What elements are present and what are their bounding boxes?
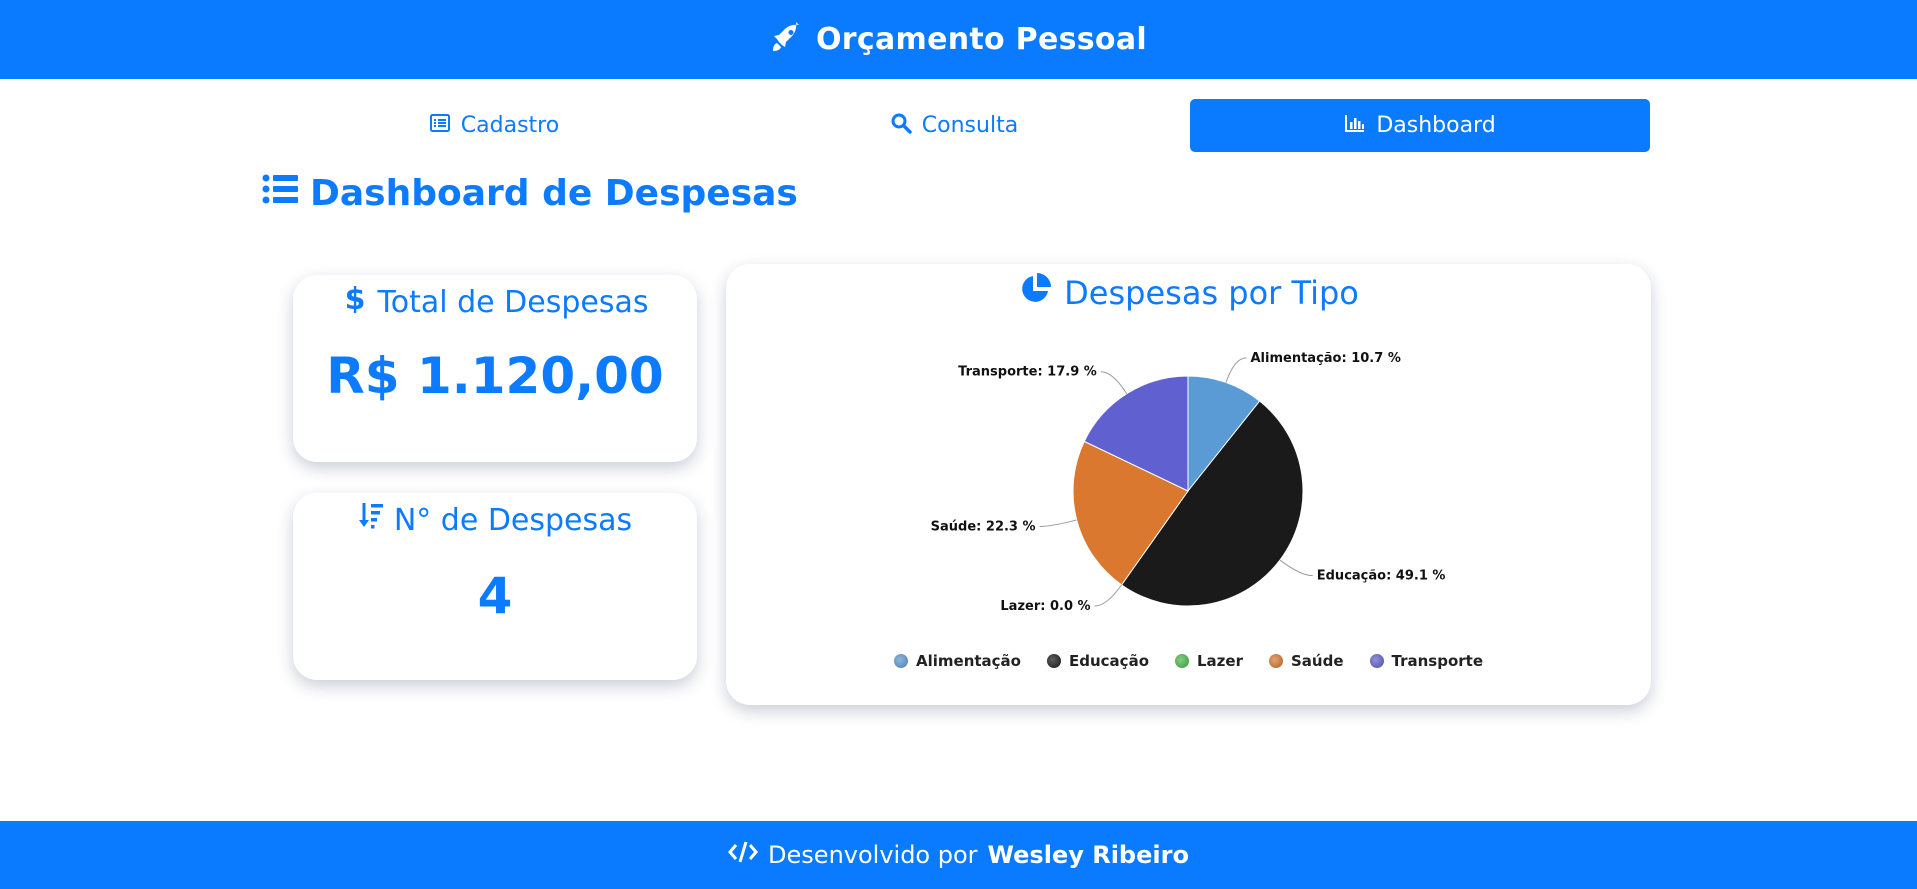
dollar-icon: $ [342,282,368,321]
data-label-lazer: Lazer: 0.0 % [1000,599,1090,614]
tab-label: Cadastro [460,113,560,138]
app-footer: Desenvolvido por Wesley Ribeiro [0,821,1917,889]
card-label: N° de Despesas [393,502,633,538]
legend-label: Transporte [1391,652,1484,670]
list-icon [262,172,298,215]
tab-label: Consulta [921,113,1019,138]
leader-line-lazer [1094,584,1122,607]
leader-line-saude [1039,519,1077,527]
data-label-educacao: Educação: 49.1 % [1317,569,1446,584]
bar-chart-icon [1344,112,1366,140]
tab-label: Dashboard [1376,113,1496,138]
total-expenses-card: $ Total de Despesas R$ 1.120,00 [293,275,697,462]
svg-text:$: $ [344,283,365,313]
code-icon [728,840,759,870]
expense-count-card: N° de Despesas 4 [293,493,697,680]
pie-chart: Alimentação: 10.7 % Educação: 49.1 % Lazer… [931,351,1446,614]
legend-item-educacao[interactable]: Educação [1047,652,1149,670]
expense-count-value: 4 [477,567,513,625]
data-label-transporte: Transporte: 17.9 % [958,365,1097,380]
page-title-text: Dashboard de Despesas [310,173,798,214]
total-expenses-value: R$ 1.120,00 [326,347,664,405]
chart-legend: Alimentação Educação Lazer Saúde Transporte [726,652,1651,670]
legend-label: Educação [1069,652,1149,670]
app-title: Orçamento Pessoal [816,22,1147,57]
legend-item-lazer[interactable]: Lazer [1175,652,1243,670]
legend-marker [1369,654,1384,668]
card-header: N° de Despesas [358,501,632,539]
data-label-alimentacao: Alimentação: 10.7 % [1251,351,1401,366]
sort-amount-icon [358,501,384,539]
leader-line-educacao [1279,559,1313,577]
footer-prefix: Desenvolvido por [768,841,978,869]
app-header: Orçamento Pessoal [0,0,1917,79]
rocket-icon [770,21,802,58]
leader-line-transporte [1100,371,1128,394]
legend-label: Lazer [1197,652,1243,670]
list-alt-icon [429,112,451,140]
legend-marker [1268,654,1283,668]
chart-card: Despesas por Tipo Alimentação: 10.7 % Edu… [726,264,1651,705]
search-icon [890,112,912,140]
legend-label: Alimentação [916,652,1021,670]
legend-item-alimentacao[interactable]: Alimentação [894,652,1021,670]
leader-line-alimentacao [1225,357,1247,383]
card-label: Total de Despesas [377,284,649,320]
legend-marker [1175,654,1189,668]
page-title: Dashboard de Despesas [262,172,798,215]
legend-item-saude[interactable]: Saúde [1268,652,1344,670]
card-header: $ Total de Despesas [342,282,649,321]
legend-marker [1047,654,1061,668]
legend-marker [894,654,908,668]
data-label-saude: Saúde: 22.3 % [931,519,1036,534]
main-nav: Cadastro Consulta Dashboard [264,99,1650,152]
tab-dashboard[interactable]: Dashboard [1190,99,1650,152]
legend-item-transporte[interactable]: Transporte [1369,652,1484,670]
tab-consulta[interactable]: Consulta [724,99,1184,152]
legend-label: Saúde [1290,652,1344,670]
footer-author[interactable]: Wesley Ribeiro [988,841,1189,869]
tab-cadastro[interactable]: Cadastro [264,99,724,152]
